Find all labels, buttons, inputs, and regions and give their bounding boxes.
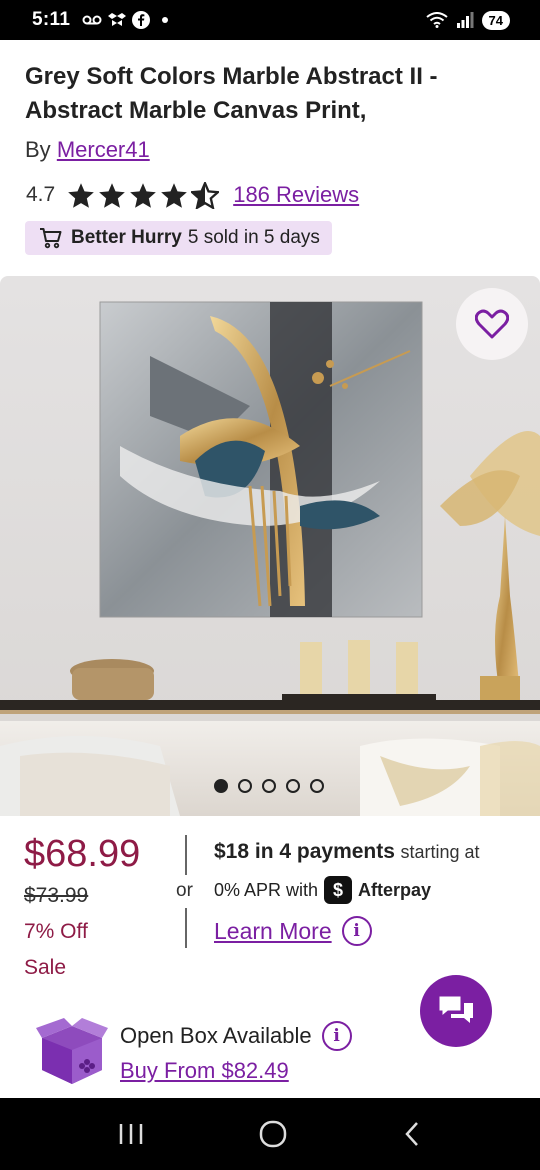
facebook-icon [132, 11, 151, 29]
dropbox-icon [108, 13, 127, 26]
by-prefix: By [25, 137, 51, 162]
apr-text: 0% APR with [214, 879, 319, 900]
status-time: 5:11 [32, 9, 71, 30]
notification-dot [162, 17, 169, 23]
product-title: Grey Soft Colors Marble Abstract II - Ab… [25, 63, 438, 124]
carousel-indicators [214, 779, 324, 793]
byline: By Mercer41 [25, 137, 150, 163]
heart-icon [475, 309, 509, 339]
chat-bubbles-icon [438, 995, 473, 1023]
product-photo [0, 276, 540, 816]
star-icon [130, 182, 157, 208]
installment-suffix: starting at [400, 842, 480, 862]
star-rating [67, 181, 220, 209]
battery-indicator: 74 [481, 10, 510, 30]
wifi-icon [425, 12, 448, 28]
divider [185, 908, 187, 948]
learn-more-row: Learn More i [214, 916, 372, 946]
open-box-row: Open Box Available i [120, 1021, 352, 1051]
discount-label: 7% Off [24, 920, 88, 943]
sale-label: Sale [24, 956, 67, 979]
carousel-dot[interactable] [286, 779, 300, 793]
afterpay-icon: $ [324, 876, 353, 904]
chat-button[interactable] [420, 975, 492, 1047]
divider [185, 835, 187, 875]
afterpay-logo: $ Afterpay [324, 876, 431, 904]
rating-value: 4.7 [26, 183, 56, 206]
afterpay-name: Afterpay [358, 879, 432, 900]
hurry-detail: 5 sold in 5 days [187, 227, 320, 248]
signal-icon [456, 12, 474, 28]
brand-link[interactable]: Mercer41 [57, 137, 150, 162]
hurry-title: Better Hurry [71, 227, 182, 248]
system-nav-bar [0, 1098, 540, 1170]
info-icon[interactable]: i [341, 916, 372, 946]
carousel-dot[interactable] [262, 779, 276, 793]
cart-icon [40, 228, 62, 249]
recent-apps-icon[interactable] [118, 1122, 144, 1146]
sale-price: $68.99 [24, 833, 141, 875]
original-price: $73.99 [24, 884, 89, 907]
home-icon[interactable] [259, 1120, 287, 1148]
open-box-icon [36, 1018, 108, 1084]
or-label: or [176, 880, 193, 901]
status-bar: 5:11 74 [0, 0, 540, 40]
voicemail-icon [82, 15, 102, 25]
carousel-dot[interactable] [238, 779, 252, 793]
reviews-link[interactable]: 186 Reviews [233, 182, 359, 208]
star-icon [161, 182, 188, 208]
rating-row: 4.7 186 Reviews [26, 178, 359, 212]
installment-text: $18 in 4 payments starting at [214, 840, 480, 864]
apr-line: 0% APR with $ Afterpay [214, 876, 431, 904]
hurry-badge: Better Hurry 5 sold in 5 days [25, 221, 332, 255]
carousel-dot[interactable] [214, 779, 228, 793]
learn-more-link[interactable]: Learn More [214, 918, 332, 945]
product-image-carousel[interactable] [0, 276, 540, 816]
open-box-link[interactable]: Buy From $82.49 [120, 1058, 289, 1084]
wishlist-button[interactable] [456, 288, 528, 360]
star-icon [68, 182, 95, 208]
info-icon[interactable]: i [321, 1021, 352, 1051]
open-box-label: Open Box Available [120, 1023, 312, 1048]
notification-icons [82, 11, 169, 29]
star-icon [99, 182, 126, 208]
half-star-icon [191, 181, 220, 209]
installment-amount: $18 in 4 payments [214, 840, 395, 863]
back-icon[interactable] [402, 1120, 422, 1148]
carousel-dot[interactable] [310, 779, 324, 793]
